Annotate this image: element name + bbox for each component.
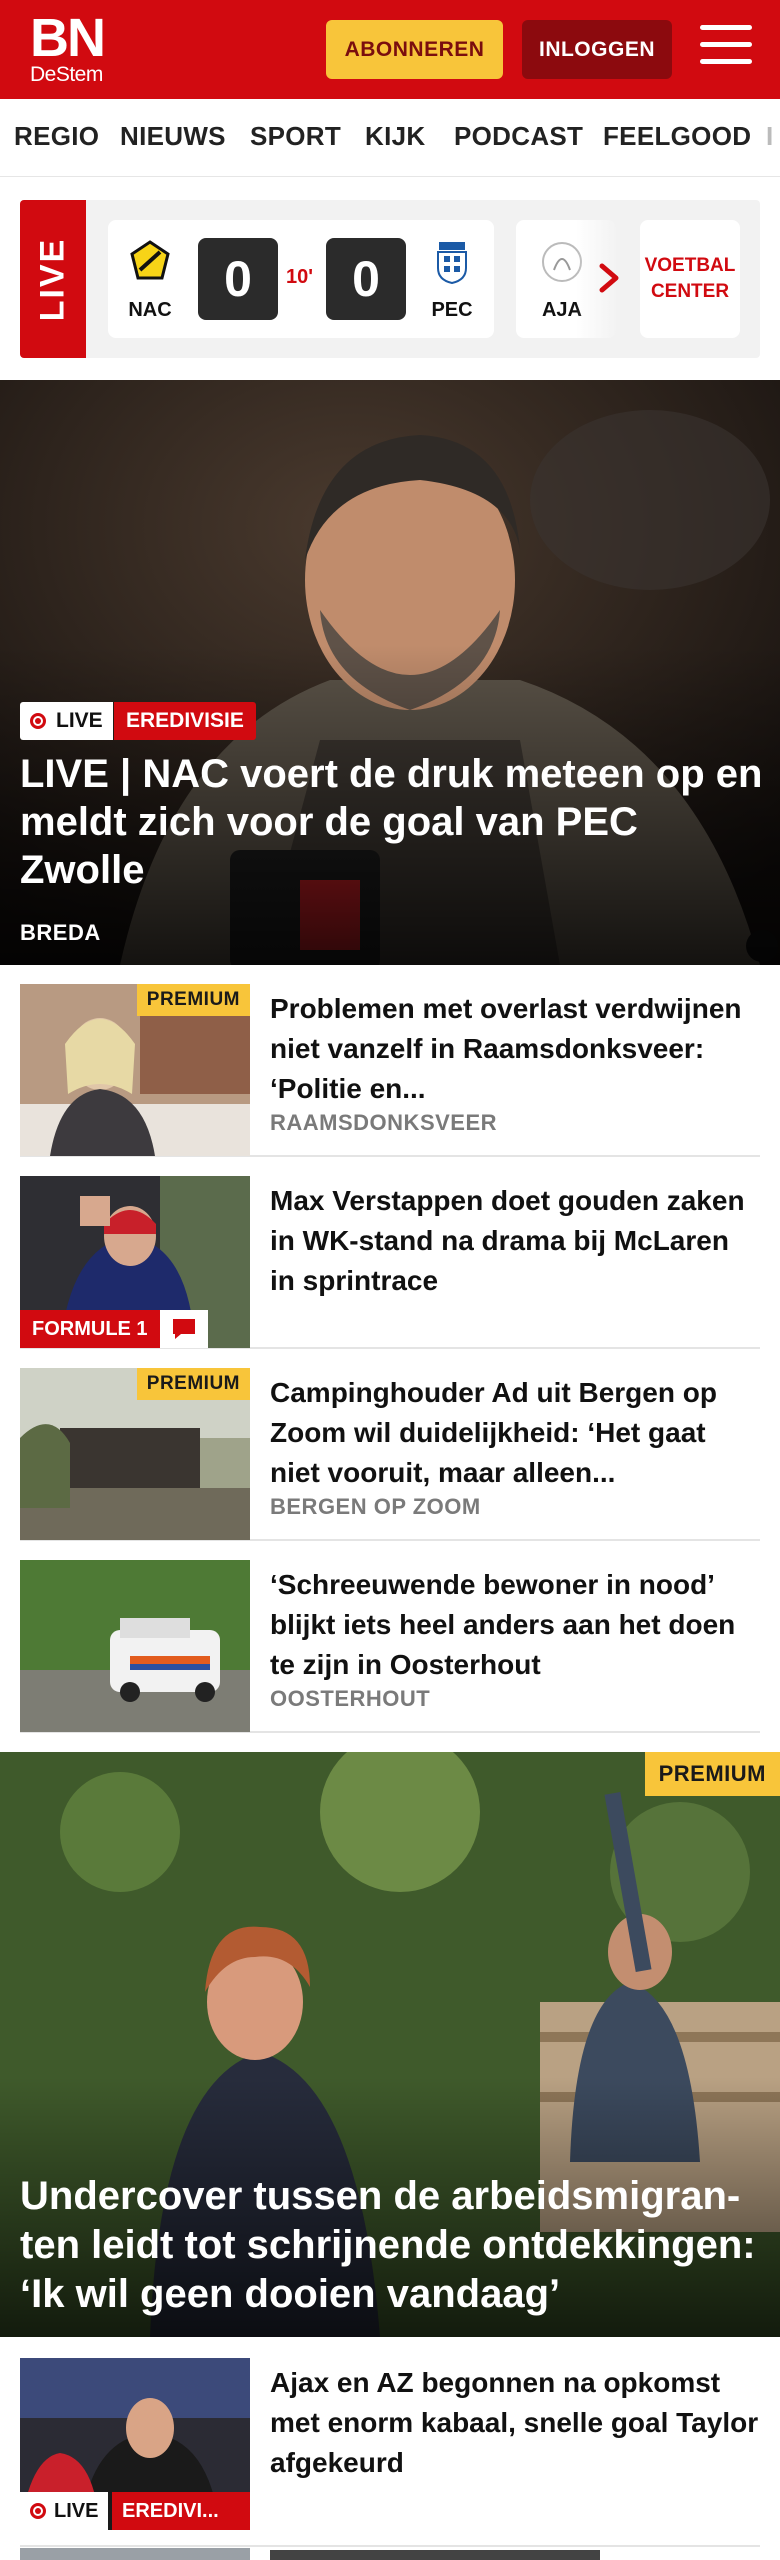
nav-item-regio[interactable]: REGIO xyxy=(14,121,99,152)
live-badge: LIVE xyxy=(20,2492,109,2530)
center-label-line2: CENTER xyxy=(650,281,730,302)
article-location: OOSTERHOUT xyxy=(270,1686,431,1711)
live-dot-icon xyxy=(30,713,46,729)
premium-badge: PREMIUM xyxy=(136,1368,250,1400)
hamburger-menu-icon[interactable] xyxy=(700,25,752,71)
match-minute: 10' xyxy=(286,266,314,288)
away-team-code: PEC xyxy=(431,299,473,321)
next-headline-peek xyxy=(270,2550,600,2560)
premium-badge: PREMIUM xyxy=(136,984,250,1016)
comment-icon xyxy=(173,1319,195,1339)
login-button[interactable]: INLOGGEN xyxy=(522,20,672,79)
hero-live-badge: LIVE xyxy=(20,702,113,740)
chevron-right-icon[interactable] xyxy=(588,258,628,298)
article-headline[interactable]: Problemen met overlast verdwijnen niet v… xyxy=(270,989,760,1109)
article-headline[interactable]: Campinghouder Ad uit Bergen op Zoom wil … xyxy=(270,1373,760,1493)
article-category-badge[interactable]: FORMULE 1 xyxy=(20,1310,160,1348)
logo-sub-text: DeStem xyxy=(30,63,103,86)
hero-location: BREDA xyxy=(20,920,101,945)
nav-item-feelgood[interactable]: FEELGOOD xyxy=(603,121,751,152)
article-headline[interactable]: ‘Schreeuwende bewoner in nood’ blijkt ie… xyxy=(270,1565,760,1685)
article-headline[interactable]: Max Verstappen doet gouden zaken in WK-s… xyxy=(270,1181,760,1301)
premium-badge: PREMIUM xyxy=(644,1752,780,1796)
nav-item-podcast[interactable]: PODCAST xyxy=(454,121,583,152)
list-item[interactable]: LIVE EREDIVI... Ajax en AZ begonnen na o… xyxy=(20,2337,760,2547)
list-item[interactable]: ‘Schreeuwende bewoner in nood’ blijkt ie… xyxy=(20,1541,760,1733)
live-scores-widget: LIVE NAC 0 10' 0 PEC AJA VOETBAL CENTER xyxy=(20,200,760,358)
article-location: RAAMSDONKSVEER xyxy=(270,1110,498,1135)
nav-item-overflow[interactable]: I xyxy=(766,121,774,152)
voetbal-center-button[interactable]: VOETBAL CENTER xyxy=(640,220,740,338)
nac-crest-icon xyxy=(130,240,170,280)
section-nav: REGIO NIEUWS SPORT KIJK PODCAST FEELGOOD… xyxy=(0,99,780,177)
list-item[interactable]: FORMULE 1 Max Verstappen doet gouden zak… xyxy=(20,1157,760,1349)
feature-headline[interactable]: Undercover tussen de arbeidsmigran­ten l… xyxy=(20,2172,770,2319)
article-thumbnail: PREMIUM xyxy=(20,1368,250,1540)
pec-crest-icon xyxy=(437,242,467,285)
article-category-badge[interactable]: EREDIVI... xyxy=(112,2492,250,2530)
feature-article[interactable]: PREMIUM Undercover tussen de arbeidsmigr… xyxy=(0,1752,780,2337)
away-score: 0 xyxy=(326,238,406,320)
site-header: BN DeStem ABONNEREN INLOGGEN xyxy=(0,0,780,99)
nav-item-sport[interactable]: SPORT xyxy=(250,121,341,152)
nav-item-nieuws[interactable]: NIEUWS xyxy=(120,121,226,152)
live-tag: LIVE xyxy=(20,200,86,358)
article-location: BERGEN OP ZOOM xyxy=(270,1494,481,1519)
match-card-nac-pec[interactable]: NAC 0 10' 0 PEC xyxy=(108,220,494,338)
article-thumbnail: FORMULE 1 xyxy=(20,1176,250,1348)
home-team-code: NAC xyxy=(128,299,172,321)
hero-article[interactable]: LIVE EREDIVISIE LIVE | NAC voert de druk… xyxy=(0,380,780,965)
subscribe-button[interactable]: ABONNEREN xyxy=(326,20,503,79)
comment-badge xyxy=(160,1310,208,1348)
center-label-line1: VOETBAL xyxy=(644,255,736,276)
nav-item-kijk[interactable]: KIJK xyxy=(365,121,425,152)
article-thumbnail: LIVE EREDIVI... xyxy=(20,2358,250,2530)
home-team: NAC xyxy=(120,240,180,322)
site-logo[interactable]: BN DeStem xyxy=(30,8,106,86)
next-thumbnail-peek xyxy=(20,2548,250,2560)
article-headline[interactable]: Ajax en AZ begonnen na opkomst met enorm… xyxy=(270,2363,760,2483)
away-team: PEC xyxy=(422,240,482,322)
logo-main-text: BN xyxy=(30,8,106,68)
home-score: 0 xyxy=(198,238,278,320)
live-dot-icon xyxy=(30,2503,46,2519)
article-thumbnail xyxy=(20,1560,250,1732)
list-item[interactable]: PREMIUM Problemen met overlast verdwijne… xyxy=(20,965,760,1157)
article-thumbnail: PREMIUM xyxy=(20,984,250,1156)
thumbnail-image xyxy=(20,1560,250,1732)
hero-category-badge[interactable]: EREDIVISIE xyxy=(114,702,256,740)
list-item[interactable]: PREMIUM Campinghouder Ad uit Bergen op Z… xyxy=(20,1349,760,1541)
hero-headline[interactable]: LIVE | NAC voert de druk meteen op en me… xyxy=(20,750,765,894)
